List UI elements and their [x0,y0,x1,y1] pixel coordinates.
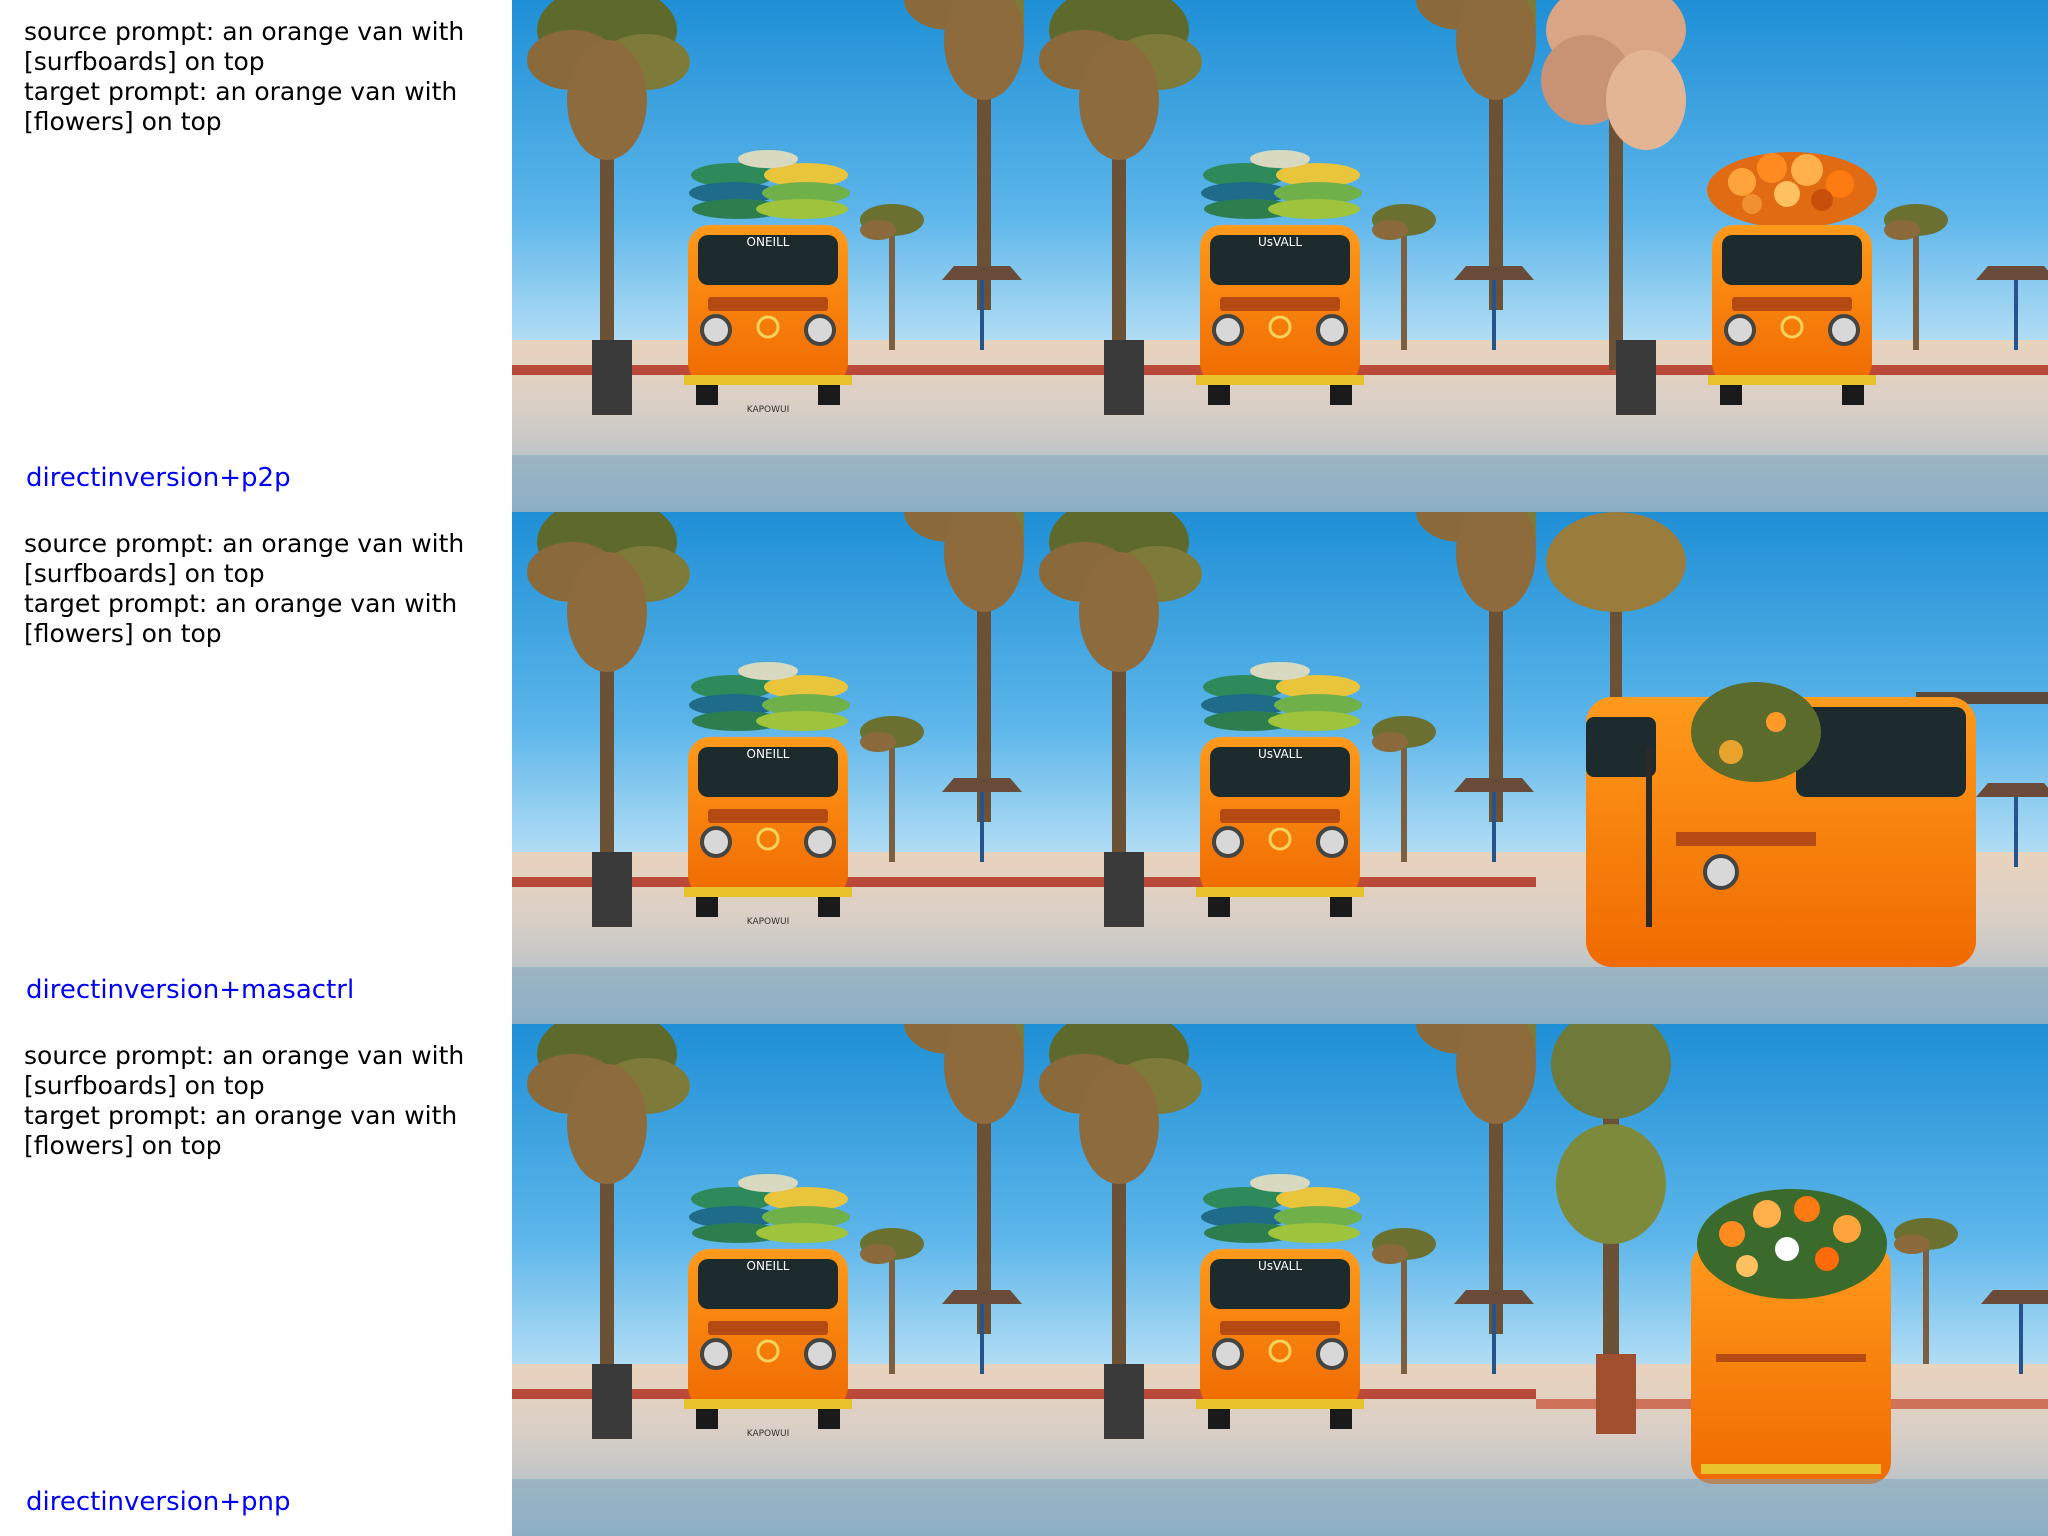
reconstructed-image: UsVALL [1024,1024,1536,1536]
source-prompt: source prompt: an orange van with [surfb… [24,529,465,588]
reconstructed-image: UsVALL [1024,512,1536,1024]
prompt-text: source prompt: an orange van with [surfb… [24,17,494,137]
reconstructed-image: UsVALL [1024,0,1536,512]
edited-image [1536,512,2048,1024]
grille-text: ONEILL [747,1259,790,1273]
target-prompt: target prompt: an orange van with [flowe… [24,589,458,648]
method-label: directinversion+masactrl [26,975,355,1005]
target-prompt: target prompt: an orange van with [flowe… [24,1101,458,1160]
prompt-panel: source prompt: an orange van with [surfb… [0,512,512,1024]
source-image: ONEILL KAPOWUI [512,1024,1024,1536]
grille-text: UsVALL [1258,235,1302,249]
edited-image [1536,1024,2048,1536]
plate-text: KAPOWUI [747,1429,790,1439]
prompt-text: source prompt: an orange van with [surfb… [24,1041,494,1161]
prompt-panel: source prompt: an orange van with [surfb… [0,1024,512,1536]
grille-text: ONEILL [747,747,790,761]
comparison-row: source prompt: an orange van with [surfb… [0,1024,2048,1536]
source-image: ONEILL KAPOWUI [512,512,1024,1024]
comparison-row: source prompt: an orange van with [surfb… [0,0,2048,512]
comparison-row: source prompt: an orange van with [surfb… [0,512,2048,1024]
grille-text: UsVALL [1258,747,1302,761]
grille-text: ONEILL [747,235,790,249]
plate-text: KAPOWUI [747,405,790,415]
plate-text: KAPOWUI [747,917,790,927]
grille-text: UsVALL [1258,1259,1302,1273]
edited-image [1536,0,2048,512]
prompt-text: source prompt: an orange van with [surfb… [24,529,494,649]
source-prompt: source prompt: an orange van with [surfb… [24,1041,465,1100]
source-image: ONEILL KAPOWUI [512,0,1024,512]
prompt-panel: source prompt: an orange van with [surfb… [0,0,512,512]
target-prompt: target prompt: an orange van with [flowe… [24,77,458,136]
comparison-grid: source prompt: an orange van with [surfb… [0,0,2048,1536]
method-label: directinversion+pnp [26,1487,291,1517]
source-prompt: source prompt: an orange van with [surfb… [24,17,465,76]
method-label: directinversion+p2p [26,463,291,493]
